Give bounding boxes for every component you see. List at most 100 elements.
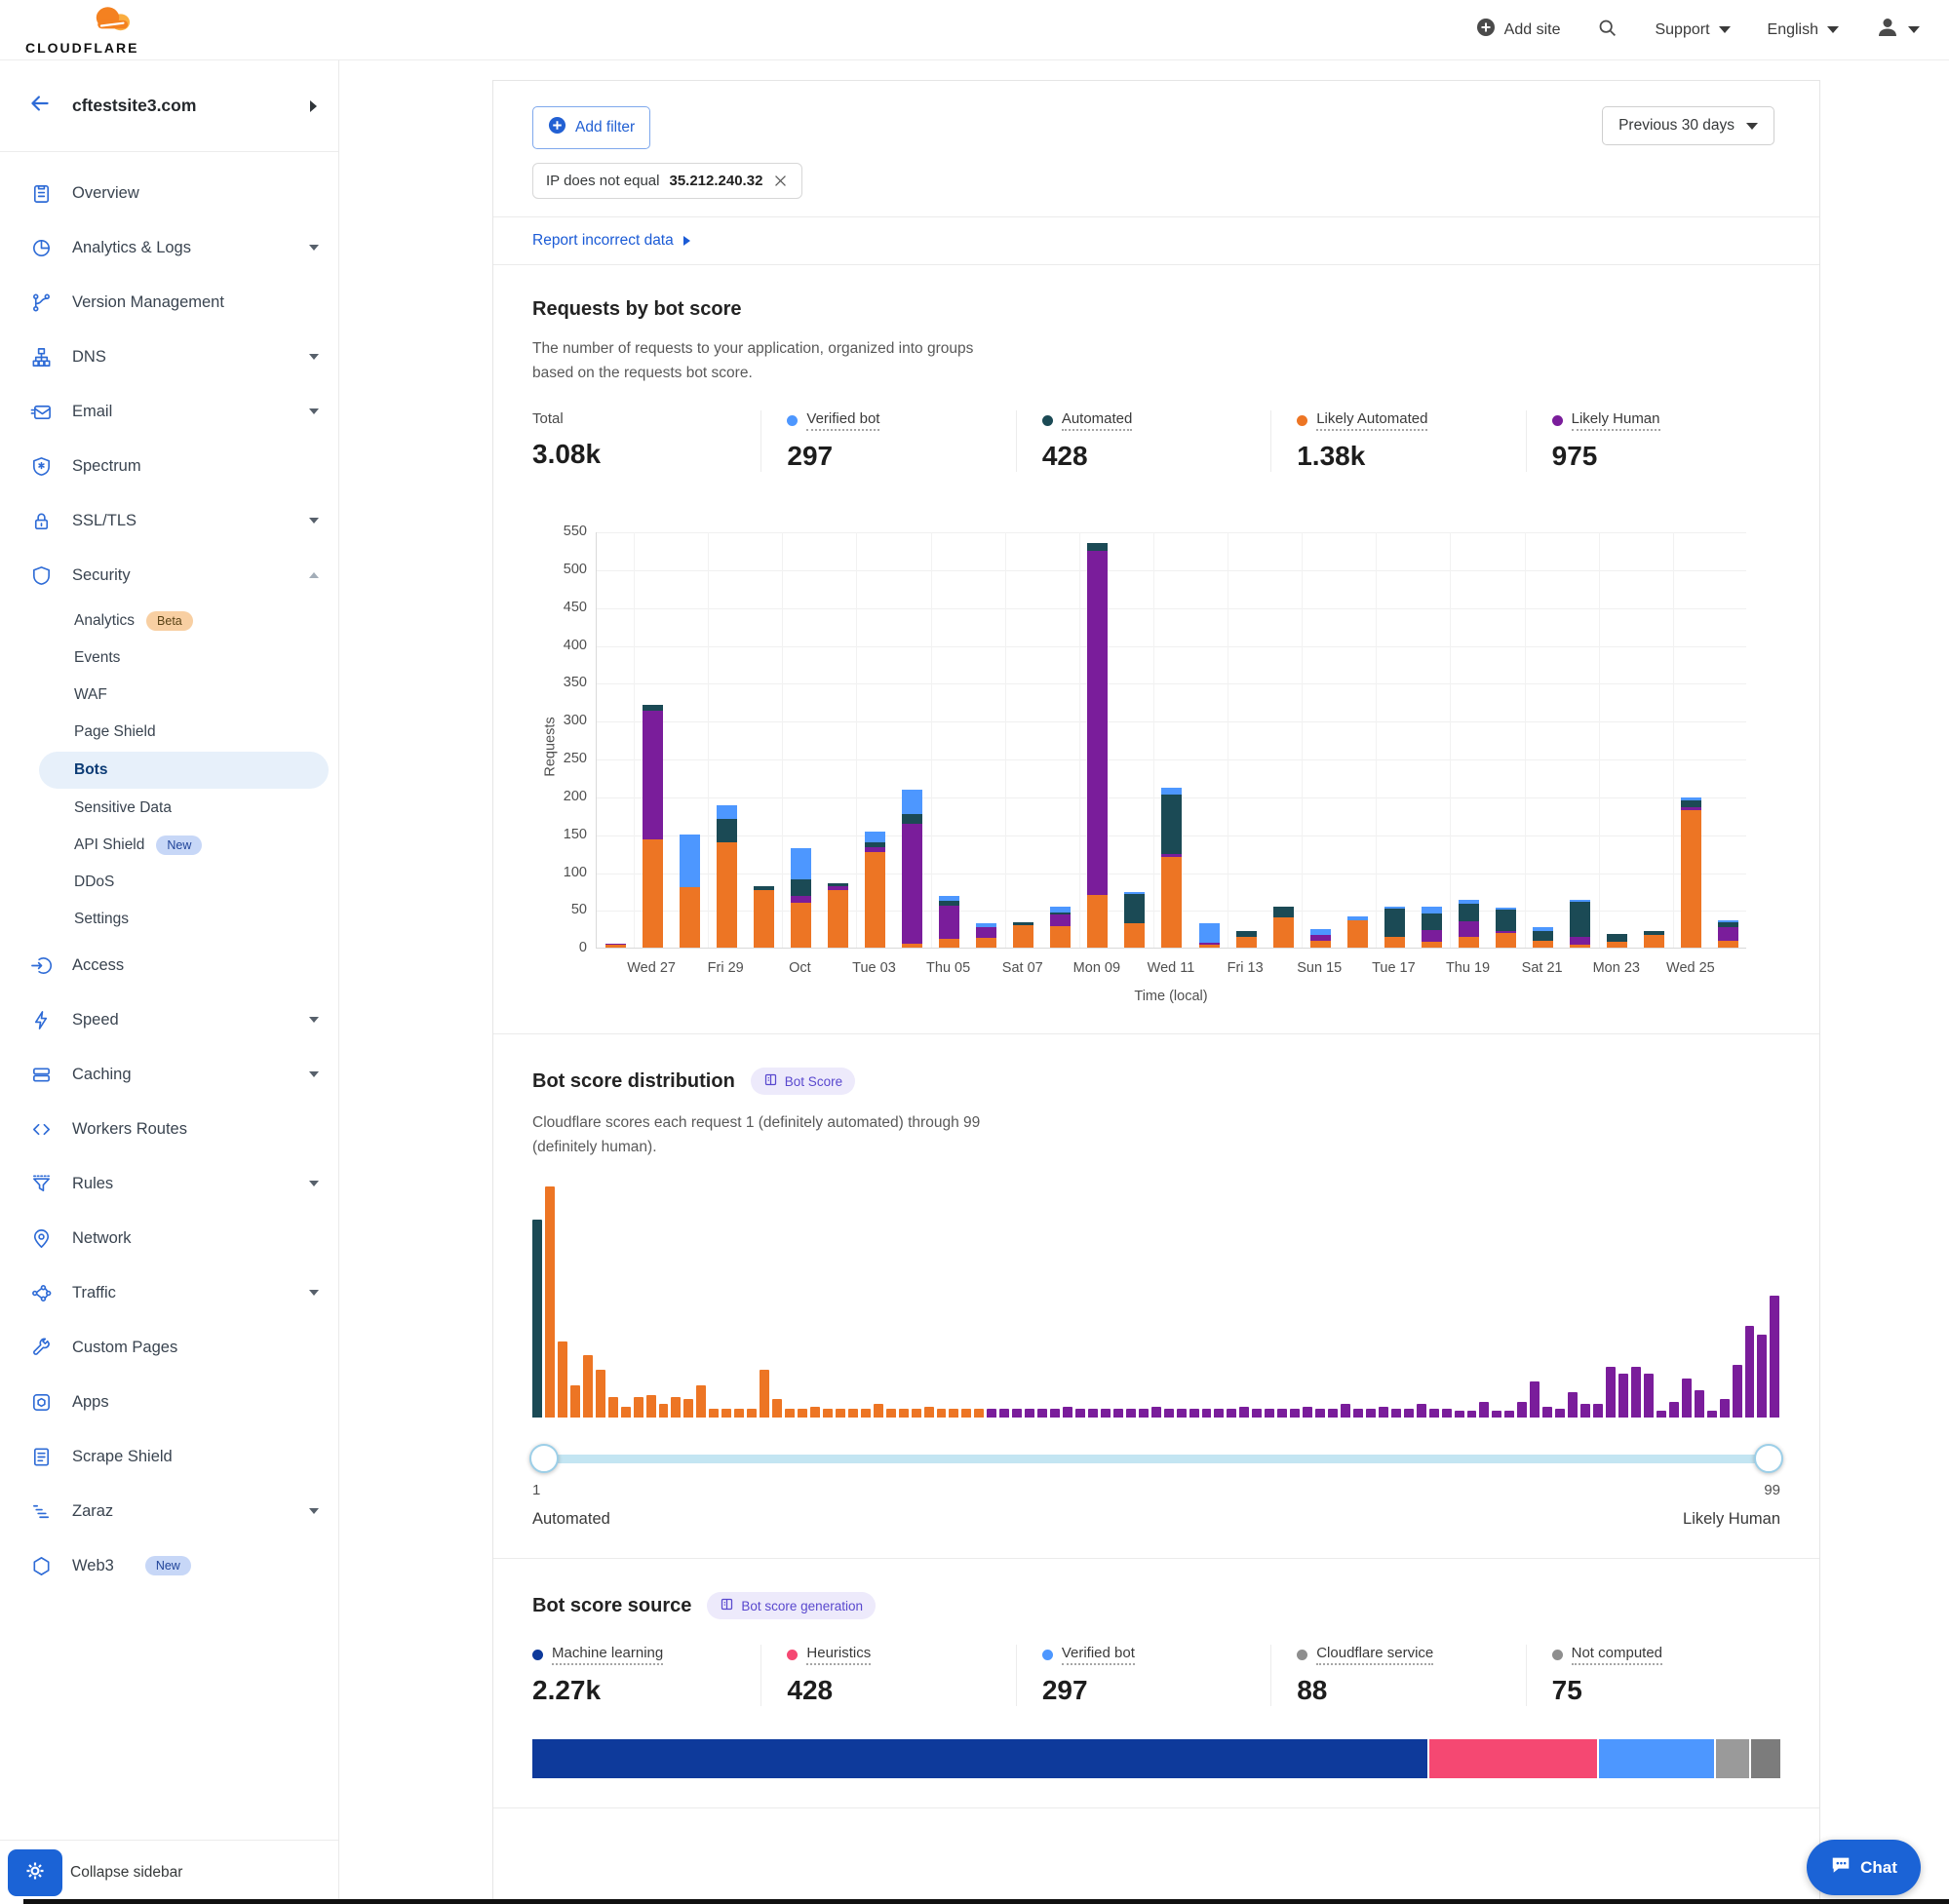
stat-label[interactable]: Machine learning xyxy=(552,1645,663,1665)
sidebar-item-email[interactable]: Email xyxy=(0,384,338,439)
stat-value: 428 xyxy=(787,1675,1015,1706)
account-menu[interactable] xyxy=(1876,16,1920,44)
hist-bar-score-79 xyxy=(1517,1402,1527,1418)
hist-bar-score-16 xyxy=(721,1409,731,1418)
sidebar-item-dns[interactable]: DNS xyxy=(0,330,338,384)
stat-label[interactable]: Heuristics xyxy=(806,1645,871,1665)
bar-segment-automated xyxy=(902,814,922,824)
sidebar-item-analytics[interactable]: AnalyticsBeta xyxy=(0,602,338,640)
filter-chip[interactable]: IP does not equal 35.212.240.32 xyxy=(532,163,802,199)
support-menu[interactable]: Support xyxy=(1655,21,1730,39)
gridline xyxy=(1450,532,1451,948)
preferences-button[interactable] xyxy=(8,1849,62,1896)
site-expand-icon[interactable] xyxy=(310,100,317,112)
security-icon xyxy=(29,563,53,587)
x-tick-label: Tue 03 xyxy=(852,960,896,976)
hist-bar-score-73 xyxy=(1442,1409,1452,1418)
stat-value: 975 xyxy=(1552,441,1780,472)
cloudflare-logo[interactable]: CLOUDFLARE xyxy=(25,4,138,56)
sidebar-item-ddos[interactable]: DDoS xyxy=(0,864,338,901)
hist-bar-score-90 xyxy=(1657,1411,1666,1418)
sidebar-item-network[interactable]: Network xyxy=(0,1211,338,1265)
add-site-button[interactable]: Add site xyxy=(1476,18,1561,42)
remove-filter-icon[interactable] xyxy=(772,173,789,189)
plus-circle-icon xyxy=(1476,18,1496,42)
add-filter-button[interactable]: Add filter xyxy=(532,106,650,149)
sidebar-item-spectrum[interactable]: Spectrum xyxy=(0,439,338,493)
sidebar-item-security[interactable]: Security xyxy=(0,548,338,602)
slider-handle-max[interactable] xyxy=(1754,1444,1783,1473)
hist-bar-score-66 xyxy=(1353,1409,1363,1418)
sidebar-item-events[interactable]: Events xyxy=(0,640,338,677)
sidebar-item-version-management[interactable]: Version Management xyxy=(0,275,338,330)
sidebar-item-ssl-tls[interactable]: SSL/TLS xyxy=(0,493,338,548)
sidebar-item-apps[interactable]: Apps xyxy=(0,1375,338,1429)
collapse-sidebar-button[interactable]: Collapse sidebar xyxy=(70,1864,182,1882)
hist-bar-score-82 xyxy=(1555,1409,1565,1418)
sidebar-item-bots[interactable]: Bots xyxy=(39,752,329,789)
sidebar-item-page-shield[interactable]: Page Shield xyxy=(0,714,338,751)
gridline xyxy=(1376,532,1377,948)
card-description: The number of requests to your applicati… xyxy=(532,336,991,385)
time-range-dropdown[interactable]: Previous 30 days xyxy=(1602,106,1774,145)
sidebar-item-sensitive-data[interactable]: Sensitive Data xyxy=(0,790,338,827)
report-incorrect-data-link[interactable]: Report incorrect data xyxy=(532,232,674,250)
bar-segment-automated xyxy=(1273,907,1294,918)
hist-bar-score-70 xyxy=(1404,1409,1414,1418)
bar-segment-likely-automated xyxy=(1347,920,1368,948)
sidebar-item-api-shield[interactable]: API ShieldNew xyxy=(0,827,338,864)
stacked-bar-sun-08 xyxy=(1042,907,1079,948)
sidebar-item-scrape-shield[interactable]: Scrape Shield xyxy=(0,1429,338,1484)
stat-label[interactable]: Automated xyxy=(1062,410,1133,431)
stacked-bar-wed-04 xyxy=(894,790,931,948)
sidebar-item-traffic[interactable]: Traffic xyxy=(0,1265,338,1320)
legend-dot xyxy=(532,1650,543,1660)
stacked-bar-mon-23 xyxy=(1599,934,1636,948)
sidebar-item-workers-routes[interactable]: Workers Routes xyxy=(0,1102,338,1156)
stat-label[interactable]: Likely Human xyxy=(1572,410,1660,431)
sidebar-item-overview[interactable]: Overview xyxy=(0,166,338,220)
bar-segment-likely-automated xyxy=(717,842,737,949)
stat-label[interactable]: Verified bot xyxy=(806,410,879,431)
zaraz-icon xyxy=(29,1499,53,1523)
sidebar-item-custom-pages[interactable]: Custom Pages xyxy=(0,1320,338,1375)
sidebar-item-waf[interactable]: WAF xyxy=(0,677,338,714)
sidebar-item-access[interactable]: Access xyxy=(0,938,338,992)
bar-segment-likely-automated xyxy=(902,944,922,949)
sidebar-item-rules[interactable]: Rules xyxy=(0,1156,338,1211)
search-button[interactable] xyxy=(1597,18,1618,43)
hist-bar-score-36 xyxy=(974,1409,984,1418)
y-tick-label: 500 xyxy=(540,562,587,577)
language-menu[interactable]: English xyxy=(1768,21,1839,39)
stacked-bar-oct xyxy=(782,848,819,948)
sidebar-item-caching[interactable]: Caching xyxy=(0,1047,338,1102)
card-title: Requests by bot score xyxy=(532,298,742,321)
bar-segment-likely-automated xyxy=(1644,935,1664,948)
sidebar-item-zaraz[interactable]: Zaraz xyxy=(0,1484,338,1538)
stat-label[interactable]: Cloudflare service xyxy=(1316,1645,1433,1665)
bar-segment-likely-automated xyxy=(1124,923,1145,949)
sidebar-item-web3[interactable]: Web3New xyxy=(0,1538,338,1593)
apps-icon xyxy=(29,1390,53,1414)
x-tick-label: Mon 09 xyxy=(1073,960,1120,976)
sidebar-item-analytics-logs[interactable]: Analytics & Logs xyxy=(0,220,338,275)
source-segment-cloudflare-service xyxy=(1716,1739,1751,1778)
x-axis-title: Time (local) xyxy=(596,989,1746,1004)
stat-label[interactable]: Not computed xyxy=(1572,1645,1662,1665)
hist-bar-score-7 xyxy=(608,1397,618,1418)
sidebar-item-speed[interactable]: Speed xyxy=(0,992,338,1047)
overview-icon xyxy=(29,181,53,205)
slider-handle-min[interactable] xyxy=(529,1444,559,1473)
stat-label[interactable]: Verified bot xyxy=(1062,1645,1135,1665)
chat-button[interactable]: Chat xyxy=(1807,1840,1921,1895)
chevron-up-icon xyxy=(309,572,319,578)
stat-label[interactable]: Likely Automated xyxy=(1316,410,1427,431)
hist-bar-score-14 xyxy=(696,1385,706,1418)
back-arrow-icon[interactable] xyxy=(27,91,53,121)
bot-score-generation-badge[interactable]: Bot score generation xyxy=(707,1592,876,1619)
bot-score-badge[interactable]: Bot Score xyxy=(751,1068,855,1095)
bar-segment-likely-automated xyxy=(865,852,885,948)
sidebar-item-settings[interactable]: Settings xyxy=(0,901,338,938)
chevron-down-icon xyxy=(1827,26,1839,33)
hist-bar-score-84 xyxy=(1580,1404,1590,1418)
